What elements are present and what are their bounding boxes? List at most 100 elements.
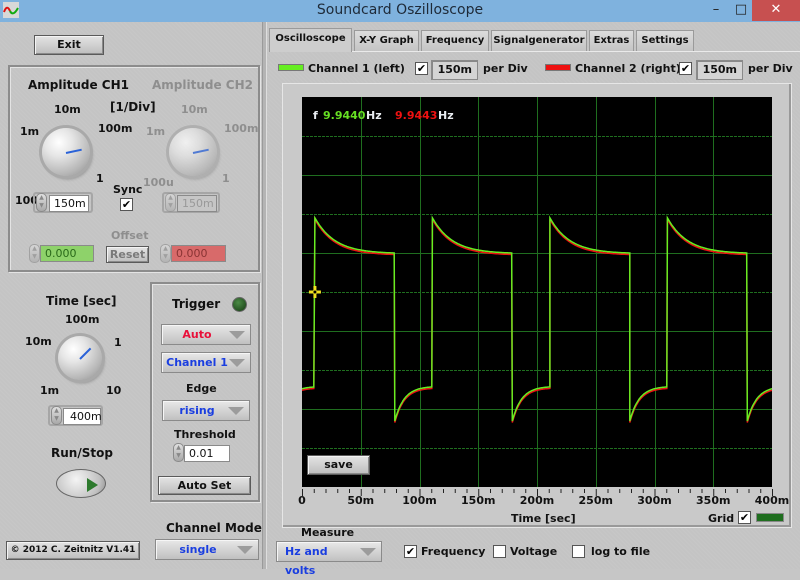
ch2-scale-1m: 1m [146, 125, 166, 138]
time-input[interactable]: 400m [63, 408, 102, 425]
amplitude-unit: [1/Div] [110, 100, 156, 114]
time-spinner[interactable]: ▲ ▼ [51, 406, 62, 425]
minimize-button[interactable]: – [703, 0, 729, 21]
exit-button[interactable]: Exit [34, 35, 104, 55]
amplitude-ch2-title: Amplitude CH2 [152, 78, 253, 92]
amplitude-ch1-knob[interactable] [42, 128, 90, 176]
ch1-frequency-unit: Hz [366, 109, 382, 122]
panel-divider [262, 22, 267, 569]
ch2-amp-input[interactable]: 150m [177, 195, 217, 212]
tab-signalgenerator[interactable]: Signalgenerator [491, 30, 587, 51]
ch2-frequency-unit: Hz [438, 109, 454, 122]
threshold-input[interactable]: 0.01 [184, 445, 230, 462]
chevron-down-icon [229, 359, 245, 367]
time-scale-10m: 10m [25, 335, 52, 348]
oscilloscope-plot[interactable]: f 9.9440 Hz 9.9443 Hz save [302, 97, 772, 487]
ch1-scale-1m: 1m [20, 125, 40, 138]
trigger-edge-dropdown[interactable]: rising [162, 400, 250, 421]
trigger-marker[interactable] [308, 286, 321, 298]
tab-oscilloscope[interactable]: Oscilloscope [269, 28, 352, 52]
measure-label: Measure [301, 526, 355, 539]
ch2-label: Channel 2 (right) [575, 62, 681, 75]
trigger-channel-dropdown[interactable]: Channel 1 [161, 352, 251, 373]
save-button[interactable]: save [307, 455, 370, 475]
ch1-scale-10m: 10m [54, 103, 81, 116]
trigger-channel-value: Channel 1 [166, 356, 228, 369]
offset-reset-button[interactable]: Reset [106, 246, 149, 263]
x-tick-label: 400m [754, 494, 790, 507]
voltage-label: Voltage [510, 545, 558, 558]
time-title: Time [sec] [46, 294, 117, 308]
trigger-edge-value: rising [179, 404, 215, 417]
edge-label: Edge [186, 382, 217, 395]
time-knob[interactable] [58, 336, 102, 380]
ch2-scale-100u: 100u [143, 176, 174, 189]
x-tick-label: 350m [696, 494, 731, 507]
offset-label: Offset [111, 229, 149, 242]
ch1-amp-spinner[interactable]: ▲ ▼ [36, 193, 47, 212]
frequency-checkbox[interactable]: ✔ [404, 545, 417, 558]
threshold-label: Threshold [174, 428, 236, 441]
voltage-checkbox[interactable] [493, 545, 506, 558]
ch2-color-swatch[interactable] [545, 64, 571, 71]
window-title: Soundcard Oszilloscope [316, 2, 484, 18]
play-icon [87, 478, 98, 492]
title-bar: Soundcard Oszilloscope – □ ✕ [0, 0, 800, 22]
ch2-scale-1: 1 [222, 172, 230, 185]
x-tick-label: 300m [637, 494, 672, 507]
x-axis-label: Time [sec] [511, 512, 576, 525]
grid-color-swatch[interactable] [756, 513, 784, 522]
trigger-marker-center [313, 290, 317, 294]
x-tick-label: 200m [519, 494, 555, 507]
sync-label: Sync [113, 183, 143, 196]
channel-mode-value: single [179, 543, 217, 556]
ch1-color-swatch[interactable] [278, 64, 304, 71]
offset-ch1-input[interactable]: 0.000 [40, 245, 94, 262]
maximize-button[interactable]: □ [728, 0, 754, 21]
ch1-amp-input[interactable]: 150m [49, 195, 89, 212]
ch2-per-div-input[interactable]: 150m [696, 60, 743, 80]
close-button[interactable]: ✕ [752, 0, 800, 21]
time-scale-1: 1 [114, 336, 122, 349]
ch2-frequency-value: 9.9443 [395, 109, 438, 122]
time-scale-10: 10 [106, 384, 122, 397]
ch1-label: Channel 1 (left) [308, 62, 405, 75]
ch2-scale-100m: 100m [224, 122, 259, 135]
grid-label: Grid [708, 512, 735, 525]
sync-checkbox[interactable]: ✔ [120, 198, 133, 211]
ch1-enable-checkbox[interactable]: ✔ [415, 62, 428, 75]
auto-set-button[interactable]: Auto Set [158, 476, 251, 495]
plot-canvas [302, 97, 772, 487]
ch2-per-div-label: per Div [748, 62, 793, 75]
x-tick-label: 150m [461, 494, 496, 507]
ch1-per-div-label: per Div [483, 62, 528, 75]
ch2-enable-checkbox[interactable]: ✔ [679, 62, 692, 75]
ch1-scale-100m: 100m [98, 122, 133, 135]
threshold-spinner[interactable]: ▲ ▼ [173, 443, 184, 462]
tab-frequency[interactable]: Frequency [421, 30, 489, 51]
grid-checkbox[interactable]: ✔ [738, 511, 751, 524]
log-to-file-checkbox[interactable] [572, 545, 585, 558]
ch1-scale-1: 1 [96, 172, 104, 185]
time-scale-1m: 1m [40, 384, 60, 397]
ch1-frequency-value: 9.9440 [323, 109, 366, 122]
measure-mode-dropdown[interactable]: Hz and volts [276, 541, 382, 577]
knob-indicator [79, 347, 92, 360]
run-stop-button[interactable] [56, 469, 106, 498]
trigger-mode-dropdown[interactable]: Auto [161, 324, 251, 345]
tab-settings[interactable]: Settings [636, 30, 694, 51]
x-tick-label: 50m [347, 494, 375, 507]
tab-xy-graph[interactable]: X-Y Graph [354, 30, 419, 51]
channel-mode-dropdown[interactable]: single [155, 539, 259, 560]
ch2-amp-spinner[interactable]: ▲ ▼ [165, 193, 176, 212]
offset-ch2-spinner[interactable]: ▲ ▼ [160, 244, 171, 263]
tab-extras[interactable]: Extras [589, 30, 634, 51]
frequency-label: Frequency [421, 545, 486, 558]
chevron-down-icon [229, 331, 245, 339]
trigger-led-icon [232, 297, 247, 312]
offset-ch1-spinner[interactable]: ▲ ▼ [29, 244, 40, 263]
amplitude-ch1-title: Amplitude CH1 [28, 78, 129, 92]
offset-ch2-input[interactable]: 0.000 [171, 245, 226, 262]
amplitude-ch2-knob[interactable] [169, 128, 217, 176]
ch1-per-div-input[interactable]: 150m [431, 60, 478, 80]
